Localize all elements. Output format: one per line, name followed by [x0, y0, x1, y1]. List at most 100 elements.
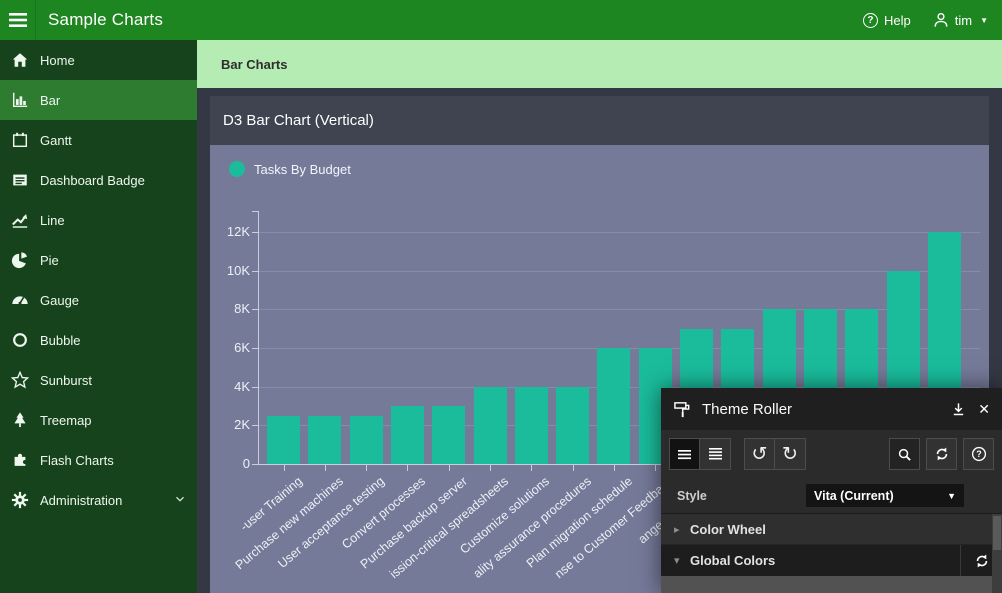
refresh-icon	[974, 553, 990, 569]
app-title: Sample Charts	[48, 10, 163, 30]
style-row: Style Vita (Current) ▼	[661, 478, 1002, 514]
close-icon[interactable]: ✕	[978, 401, 990, 418]
y-axis-cap	[252, 211, 258, 212]
bar[interactable]	[267, 416, 300, 464]
sidebar-item-pie[interactable]: Pie	[0, 240, 197, 280]
chevron-down-icon	[173, 492, 187, 509]
undo-button[interactable]: ↺	[744, 438, 775, 470]
user-menu[interactable]: tim ▼	[933, 12, 988, 28]
pie-chart-icon	[10, 250, 30, 270]
style-label: Style	[677, 489, 707, 503]
x-axis-tick	[614, 465, 615, 471]
sidebar: Home Bar Gantt Dashboard Badge Line Pie	[0, 40, 197, 593]
select-caret-down-icon: ▼	[947, 491, 956, 501]
x-axis-tick	[531, 465, 532, 471]
search-icon	[897, 447, 912, 462]
bar-chart-icon	[10, 90, 30, 110]
theme-roller-header: Theme Roller ✕	[661, 388, 1002, 430]
y-axis-label: 2K	[212, 417, 250, 432]
y-axis-label: 6K	[212, 340, 250, 355]
top-bar: Sample Charts ? Help tim ▼	[0, 0, 1002, 40]
panel-header: D3 Bar Chart (Vertical)	[210, 96, 989, 145]
question-circle-icon: ?	[971, 446, 987, 462]
x-axis-tick	[449, 465, 450, 471]
style-select[interactable]: Vita (Current) ▼	[806, 484, 964, 507]
sidebar-item-label: Line	[40, 213, 65, 228]
help-button[interactable]: ? Help	[863, 13, 911, 28]
bar[interactable]	[391, 406, 424, 464]
legend-label: Tasks By Budget	[254, 162, 351, 177]
user-caret-down-icon: ▼	[980, 16, 988, 25]
dense-lines-icon	[708, 447, 723, 461]
sidebar-item-gantt[interactable]: Gantt	[0, 120, 197, 160]
scrollbar-thumb[interactable]	[993, 516, 1001, 550]
user-name: tim	[955, 13, 972, 28]
sidebar-item-home[interactable]: Home	[0, 40, 197, 80]
gridline	[258, 232, 980, 233]
hamburger-icon	[8, 12, 28, 28]
bar[interactable]	[474, 387, 507, 464]
badge-list-icon	[10, 170, 30, 190]
search-button[interactable]	[889, 438, 920, 470]
sidebar-item-label: Administration	[40, 493, 122, 508]
undo-icon: ↺	[752, 445, 768, 464]
bar[interactable]	[350, 416, 383, 464]
sidebar-item-administration[interactable]: Administration	[0, 480, 197, 520]
x-axis-tick	[284, 465, 285, 471]
chevron-down-icon: ▾	[674, 554, 690, 567]
sidebar-item-treemap[interactable]: Treemap	[0, 400, 197, 440]
sidebar-item-bar[interactable]: Bar	[0, 80, 197, 120]
bar[interactable]	[556, 387, 589, 464]
sidebar-item-gauge[interactable]: Gauge	[0, 280, 197, 320]
bar[interactable]	[308, 416, 341, 464]
accordion-label: Color Wheel	[690, 522, 766, 537]
sidebar-item-bubble[interactable]: Bubble	[0, 320, 197, 360]
legend-dot	[229, 161, 245, 177]
theme-roller-toolbar: ↺ ↻ ?	[661, 430, 1002, 478]
hamburger-menu-icon[interactable]	[0, 0, 36, 40]
sidebar-item-sunburst[interactable]: Sunburst	[0, 360, 197, 400]
y-axis-label: 12K	[212, 224, 250, 239]
accordion-global-colors[interactable]: ▾ Global Colors	[661, 545, 1002, 576]
y-axis-line	[258, 211, 259, 464]
tree-icon	[10, 410, 30, 430]
help-icon: ?	[863, 13, 878, 28]
help-roller-button[interactable]: ?	[963, 438, 994, 470]
chart-legend[interactable]: Tasks By Budget	[229, 161, 351, 177]
style-select-value: Vita (Current)	[814, 489, 894, 503]
y-axis-label: 10K	[212, 263, 250, 278]
sidebar-item-dashboard-badge[interactable]: Dashboard Badge	[0, 160, 197, 200]
view-detailed-button[interactable]	[700, 438, 731, 470]
sidebar-item-label: Dashboard Badge	[40, 173, 145, 188]
theme-roller-scrollbar[interactable]	[992, 514, 1002, 593]
puzzle-icon	[10, 450, 30, 470]
bar[interactable]	[432, 406, 465, 464]
gauge-icon	[10, 290, 30, 310]
sidebar-item-label: Bar	[40, 93, 60, 108]
sidebar-item-line[interactable]: Line	[0, 200, 197, 240]
breadcrumb-title: Bar Charts	[221, 57, 287, 72]
x-axis-tick	[490, 465, 491, 471]
bar[interactable]	[597, 348, 630, 464]
accordion-color-wheel[interactable]: ▸ Color Wheel	[661, 514, 1002, 545]
home-icon	[10, 50, 30, 70]
chevron-right-icon: ▸	[674, 523, 690, 536]
refresh-button[interactable]	[926, 438, 957, 470]
theme-roller-content-strip	[661, 576, 1002, 593]
theme-roller-panel: Theme Roller ✕ ↺ ↻	[661, 388, 1002, 593]
bar[interactable]	[515, 387, 548, 464]
x-axis-tick	[407, 465, 408, 471]
x-axis-tick	[325, 465, 326, 471]
view-compact-button[interactable]	[669, 438, 700, 470]
help-label: Help	[884, 13, 911, 28]
sidebar-item-label: Sunburst	[40, 373, 92, 388]
sunburst-star-icon	[10, 370, 30, 390]
sidebar-item-label: Treemap	[40, 413, 92, 428]
theme-roller-title: Theme Roller	[702, 401, 792, 418]
bubble-icon	[10, 330, 30, 350]
x-axis-tick	[655, 465, 656, 471]
user-icon	[933, 12, 949, 28]
download-icon[interactable]	[951, 402, 966, 417]
redo-button[interactable]: ↻	[775, 438, 806, 470]
sidebar-item-flash-charts[interactable]: Flash Charts	[0, 440, 197, 480]
